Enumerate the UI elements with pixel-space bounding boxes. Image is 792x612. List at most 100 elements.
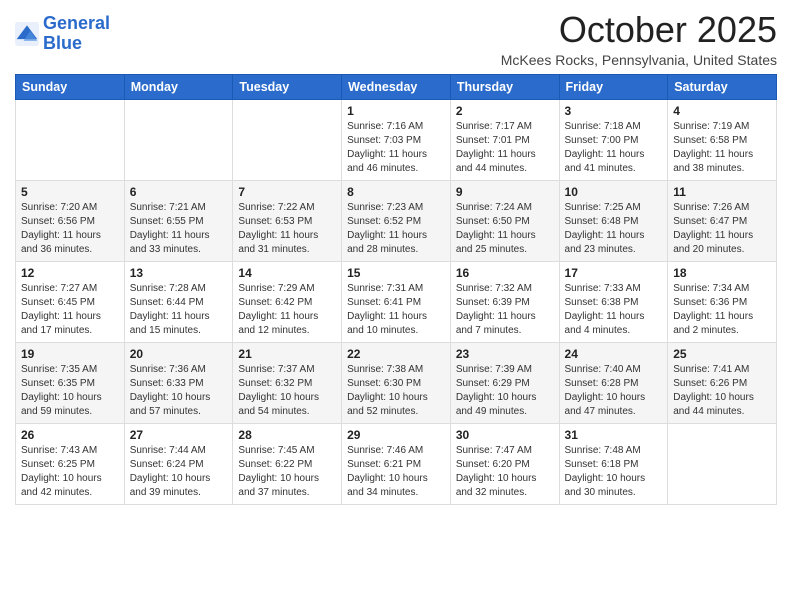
page: General Blue October 2025 McKees Rocks, … (0, 0, 792, 520)
day-number: 22 (347, 347, 445, 361)
day-number: 26 (21, 428, 119, 442)
day-number: 24 (565, 347, 663, 361)
calendar-cell: 16 Sunrise: 7:32 AM Sunset: 6:39 PM Dayli… (450, 261, 559, 342)
day-info: Sunrise: 7:48 AM Sunset: 6:18 PM Dayligh… (565, 444, 663, 500)
week-row-5: 26 Sunrise: 7:43 AM Sunset: 6:25 PM Dayli… (16, 423, 777, 504)
day-info: Sunrise: 7:28 AM Sunset: 6:44 PM Dayligh… (130, 282, 228, 338)
calendar-cell (124, 99, 233, 180)
calendar-cell: 31 Sunrise: 7:48 AM Sunset: 6:18 PM Dayli… (559, 423, 668, 504)
day-info: Sunrise: 7:45 AM Sunset: 6:22 PM Dayligh… (238, 444, 336, 500)
day-info: Sunrise: 7:43 AM Sunset: 6:25 PM Dayligh… (21, 444, 119, 500)
calendar: SundayMondayTuesdayWednesdayThursdayFrid… (15, 74, 777, 505)
day-number: 19 (21, 347, 119, 361)
day-info: Sunrise: 7:34 AM Sunset: 6:36 PM Dayligh… (673, 282, 771, 338)
calendar-cell (233, 99, 342, 180)
calendar-cell: 8 Sunrise: 7:23 AM Sunset: 6:52 PM Daylig… (342, 180, 451, 261)
day-info: Sunrise: 7:24 AM Sunset: 6:50 PM Dayligh… (456, 201, 554, 257)
day-number: 15 (347, 266, 445, 280)
day-info: Sunrise: 7:46 AM Sunset: 6:21 PM Dayligh… (347, 444, 445, 500)
week-row-1: 1 Sunrise: 7:16 AM Sunset: 7:03 PM Daylig… (16, 99, 777, 180)
day-number: 5 (21, 185, 119, 199)
header-thursday: Thursday (450, 74, 559, 99)
calendar-cell: 1 Sunrise: 7:16 AM Sunset: 7:03 PM Daylig… (342, 99, 451, 180)
day-number: 20 (130, 347, 228, 361)
day-info: Sunrise: 7:21 AM Sunset: 6:55 PM Dayligh… (130, 201, 228, 257)
day-number: 27 (130, 428, 228, 442)
calendar-cell: 14 Sunrise: 7:29 AM Sunset: 6:42 PM Dayli… (233, 261, 342, 342)
day-info: Sunrise: 7:33 AM Sunset: 6:38 PM Dayligh… (565, 282, 663, 338)
day-info: Sunrise: 7:35 AM Sunset: 6:35 PM Dayligh… (21, 363, 119, 419)
calendar-cell: 23 Sunrise: 7:39 AM Sunset: 6:29 PM Dayli… (450, 342, 559, 423)
day-number: 31 (565, 428, 663, 442)
day-number: 8 (347, 185, 445, 199)
calendar-cell: 3Sunrise: 7:18 AM Sunset: 7:00 PM Daylig… (559, 99, 668, 180)
logo-icon (15, 22, 39, 46)
day-info: Sunrise: 7:18 AM Sunset: 7:00 PM Dayligh… (565, 120, 663, 176)
day-info: Sunrise: 7:16 AM Sunset: 7:03 PM Dayligh… (347, 120, 445, 176)
day-number: 10 (565, 185, 663, 199)
day-info: Sunrise: 7:23 AM Sunset: 6:52 PM Dayligh… (347, 201, 445, 257)
day-info: Sunrise: 7:19 AM Sunset: 6:58 PM Dayligh… (673, 120, 771, 176)
day-number: 7 (238, 185, 336, 199)
calendar-cell: 21 Sunrise: 7:37 AM Sunset: 6:32 PM Dayli… (233, 342, 342, 423)
day-info: Sunrise: 7:37 AM Sunset: 6:32 PM Dayligh… (238, 363, 336, 419)
calendar-cell: 5Sunrise: 7:20 AM Sunset: 6:56 PM Daylig… (16, 180, 125, 261)
day-number: 12 (21, 266, 119, 280)
day-info: Sunrise: 7:40 AM Sunset: 6:28 PM Dayligh… (565, 363, 663, 419)
calendar-cell: 24 Sunrise: 7:40 AM Sunset: 6:28 PM Dayli… (559, 342, 668, 423)
calendar-cell: 9 Sunrise: 7:24 AM Sunset: 6:50 PM Daylig… (450, 180, 559, 261)
day-number: 23 (456, 347, 554, 361)
day-info: Sunrise: 7:47 AM Sunset: 6:20 PM Dayligh… (456, 444, 554, 500)
header-wednesday: Wednesday (342, 74, 451, 99)
day-number: 1 (347, 104, 445, 118)
calendar-cell: 30Sunrise: 7:47 AM Sunset: 6:20 PM Dayli… (450, 423, 559, 504)
calendar-cell: 4Sunrise: 7:19 AM Sunset: 6:58 PM Daylig… (668, 99, 777, 180)
calendar-cell: 11 Sunrise: 7:26 AM Sunset: 6:47 PM Dayli… (668, 180, 777, 261)
day-info: Sunrise: 7:22 AM Sunset: 6:53 PM Dayligh… (238, 201, 336, 257)
day-number: 6 (130, 185, 228, 199)
calendar-cell: 29 Sunrise: 7:46 AM Sunset: 6:21 PM Dayli… (342, 423, 451, 504)
calendar-cell (668, 423, 777, 504)
day-number: 11 (673, 185, 771, 199)
header-monday: Monday (124, 74, 233, 99)
week-row-4: 19 Sunrise: 7:35 AM Sunset: 6:35 PM Dayli… (16, 342, 777, 423)
day-number: 13 (130, 266, 228, 280)
day-info: Sunrise: 7:27 AM Sunset: 6:45 PM Dayligh… (21, 282, 119, 338)
calendar-cell: 12 Sunrise: 7:27 AM Sunset: 6:45 PM Dayli… (16, 261, 125, 342)
day-info: Sunrise: 7:32 AM Sunset: 6:39 PM Dayligh… (456, 282, 554, 338)
header-saturday: Saturday (668, 74, 777, 99)
day-number: 14 (238, 266, 336, 280)
logo-text: General Blue (43, 14, 110, 54)
day-number: 28 (238, 428, 336, 442)
header-friday: Friday (559, 74, 668, 99)
header: General Blue October 2025 McKees Rocks, … (15, 10, 777, 68)
calendar-cell: 7 Sunrise: 7:22 AM Sunset: 6:53 PM Daylig… (233, 180, 342, 261)
day-number: 21 (238, 347, 336, 361)
day-number: 29 (347, 428, 445, 442)
header-sunday: Sunday (16, 74, 125, 99)
day-number: 16 (456, 266, 554, 280)
calendar-cell: 15Sunrise: 7:31 AM Sunset: 6:41 PM Dayli… (342, 261, 451, 342)
day-number: 9 (456, 185, 554, 199)
month-title: October 2025 (501, 10, 777, 50)
calendar-cell: 20Sunrise: 7:36 AM Sunset: 6:33 PM Dayli… (124, 342, 233, 423)
calendar-cell: 28 Sunrise: 7:45 AM Sunset: 6:22 PM Dayli… (233, 423, 342, 504)
calendar-cell: 6 Sunrise: 7:21 AM Sunset: 6:55 PM Daylig… (124, 180, 233, 261)
week-row-2: 5Sunrise: 7:20 AM Sunset: 6:56 PM Daylig… (16, 180, 777, 261)
day-info: Sunrise: 7:26 AM Sunset: 6:47 PM Dayligh… (673, 201, 771, 257)
calendar-cell: 10 Sunrise: 7:25 AM Sunset: 6:48 PM Dayli… (559, 180, 668, 261)
day-info: Sunrise: 7:39 AM Sunset: 6:29 PM Dayligh… (456, 363, 554, 419)
day-info: Sunrise: 7:29 AM Sunset: 6:42 PM Dayligh… (238, 282, 336, 338)
day-number: 17 (565, 266, 663, 280)
calendar-cell: 13 Sunrise: 7:28 AM Sunset: 6:44 PM Dayli… (124, 261, 233, 342)
day-info: Sunrise: 7:25 AM Sunset: 6:48 PM Dayligh… (565, 201, 663, 257)
day-number: 25 (673, 347, 771, 361)
logo: General Blue (15, 14, 110, 54)
header-tuesday: Tuesday (233, 74, 342, 99)
title-block: October 2025 McKees Rocks, Pennsylvania,… (501, 10, 777, 68)
calendar-cell: 27 Sunrise: 7:44 AM Sunset: 6:24 PM Dayli… (124, 423, 233, 504)
day-number: 18 (673, 266, 771, 280)
calendar-cell: 2Sunrise: 7:17 AM Sunset: 7:01 PM Daylig… (450, 99, 559, 180)
day-info: Sunrise: 7:44 AM Sunset: 6:24 PM Dayligh… (130, 444, 228, 500)
calendar-header-row: SundayMondayTuesdayWednesdayThursdayFrid… (16, 74, 777, 99)
